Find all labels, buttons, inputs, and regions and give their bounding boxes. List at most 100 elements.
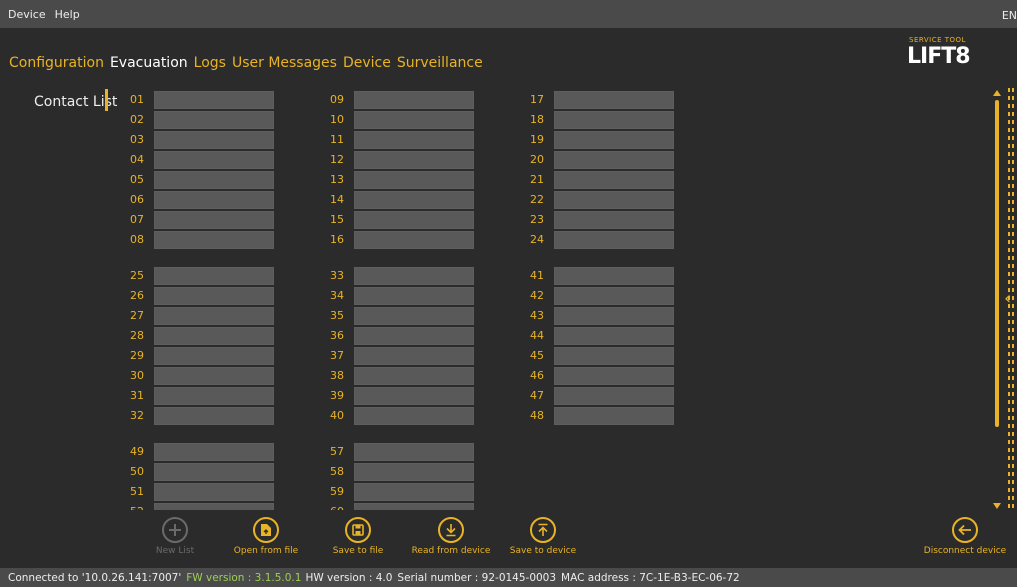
contact-number: 37 (330, 349, 344, 362)
contact-phone-field[interactable] (354, 151, 474, 169)
contact-phone-field[interactable] (354, 267, 474, 285)
scroll-up-arrow-icon[interactable] (993, 90, 1001, 96)
contact-phone-field[interactable] (154, 443, 274, 461)
contact-phone-field[interactable] (154, 211, 274, 229)
contact-phone-field[interactable] (554, 287, 674, 305)
contact-number: 19 (530, 133, 544, 146)
contact-phone-field[interactable] (554, 407, 674, 425)
contact-phone-field[interactable] (554, 111, 674, 129)
contact-number: 06 (130, 193, 144, 206)
contact-phone-field[interactable] (554, 191, 674, 209)
contact-number: 25 (130, 269, 144, 282)
contact-phone-field[interactable] (354, 387, 474, 405)
open-from-file-button[interactable]: Open from file (216, 517, 316, 563)
contact-phone-field[interactable] (154, 171, 274, 189)
contact-phone-field[interactable] (354, 463, 474, 481)
contact-phone-field[interactable] (554, 131, 674, 149)
contact-number: 44 (530, 329, 544, 342)
contact-phone-field[interactable] (554, 367, 674, 385)
contact-number: 38 (330, 369, 344, 382)
contact-phone-field[interactable] (354, 503, 474, 510)
open-from-file-label: Open from file (233, 546, 299, 556)
status-bar: Connected to '10.0.26.141:7007' FW versi… (0, 568, 1017, 587)
plus-icon (162, 517, 188, 543)
contact-number: 26 (130, 289, 144, 302)
contact-number: 50 (130, 465, 144, 478)
contact-phone-field[interactable] (554, 231, 674, 249)
contact-number: 14 (330, 193, 344, 206)
contact-phone-field[interactable] (154, 191, 274, 209)
contact-phone-field[interactable] (154, 387, 274, 405)
language-selector[interactable]: EN (1002, 9, 1017, 22)
contact-phone-field[interactable] (554, 151, 674, 169)
contact-number: 35 (330, 309, 344, 322)
contact-number: 51 (130, 485, 144, 498)
contact-phone-field[interactable] (354, 211, 474, 229)
contact-phone-field[interactable] (154, 267, 274, 285)
contact-phone-field[interactable] (154, 503, 274, 510)
contact-phone-field[interactable] (354, 191, 474, 209)
contact-phone-field[interactable] (154, 91, 274, 109)
chevron-left-icon[interactable]: ‹ (1004, 290, 1011, 308)
contact-phone-field[interactable] (154, 347, 274, 365)
contact-phone-field[interactable] (354, 91, 474, 109)
contact-phone-field[interactable] (554, 267, 674, 285)
contact-phone-field[interactable] (354, 443, 474, 461)
contact-phone-field[interactable] (354, 131, 474, 149)
contact-number: 32 (130, 409, 144, 422)
contact-phone-field[interactable] (554, 307, 674, 325)
upload-icon (530, 517, 556, 543)
contact-phone-field[interactable] (154, 231, 274, 249)
contact-phone-field[interactable] (354, 111, 474, 129)
contact-phone-field[interactable] (154, 151, 274, 169)
read-from-device-button[interactable]: Read from device (401, 517, 501, 563)
contact-number: 43 (530, 309, 544, 322)
contact-number: 48 (530, 409, 544, 422)
contact-phone-field[interactable] (154, 407, 274, 425)
save-to-device-button[interactable]: Save to device (493, 517, 593, 563)
contact-phone-field[interactable] (554, 327, 674, 345)
contact-number: 39 (330, 389, 344, 402)
contact-number: 33 (330, 269, 344, 282)
contact-list-grid: 01 02 03 04 05 06 07 08 09 10 11 12 13 14 15 16 17 18 19 20… (0, 0, 990, 510)
contact-phone-field[interactable] (354, 231, 474, 249)
contact-phone-field[interactable] (154, 463, 274, 481)
scrollbar-thumb[interactable] (995, 100, 999, 427)
contact-phone-field[interactable] (554, 211, 674, 229)
contact-phone-field[interactable] (354, 347, 474, 365)
contact-phone-field[interactable] (154, 287, 274, 305)
save-to-file-button[interactable]: Save to file (308, 517, 408, 563)
contact-phone-field[interactable] (554, 347, 674, 365)
contact-phone-field[interactable] (154, 307, 274, 325)
contact-phone-field[interactable] (154, 111, 274, 129)
contact-phone-field[interactable] (354, 327, 474, 345)
contact-phone-field[interactable] (354, 483, 474, 501)
contact-phone-field[interactable] (354, 287, 474, 305)
hardware-version: HW version : 4.0 (305, 571, 393, 584)
contact-phone-field[interactable] (154, 131, 274, 149)
contact-number: 20 (530, 153, 544, 166)
contact-phone-field[interactable] (154, 483, 274, 501)
contact-number: 03 (130, 133, 144, 146)
arrow-left-icon (952, 517, 978, 543)
contact-phone-field[interactable] (554, 91, 674, 109)
contact-phone-field[interactable] (354, 307, 474, 325)
disconnect-device-button[interactable]: Disconnect device (915, 517, 1015, 563)
new-list-button[interactable]: New List (125, 517, 225, 563)
contact-phone-field[interactable] (354, 171, 474, 189)
save-to-device-label: Save to device (509, 546, 577, 556)
contact-phone-field[interactable] (354, 407, 474, 425)
contact-number: 22 (530, 193, 544, 206)
contact-phone-field[interactable] (354, 367, 474, 385)
contact-number: 23 (530, 213, 544, 226)
contact-number: 05 (130, 173, 144, 186)
contact-phone-field[interactable] (554, 387, 674, 405)
contact-phone-field[interactable] (554, 171, 674, 189)
scroll-down-arrow-icon[interactable] (993, 503, 1001, 509)
save-to-file-label: Save to file (332, 546, 384, 556)
contact-number: 30 (130, 369, 144, 382)
contact-number: 11 (330, 133, 344, 146)
contact-phone-field[interactable] (154, 367, 274, 385)
contact-number: 57 (330, 445, 344, 458)
contact-phone-field[interactable] (154, 327, 274, 345)
